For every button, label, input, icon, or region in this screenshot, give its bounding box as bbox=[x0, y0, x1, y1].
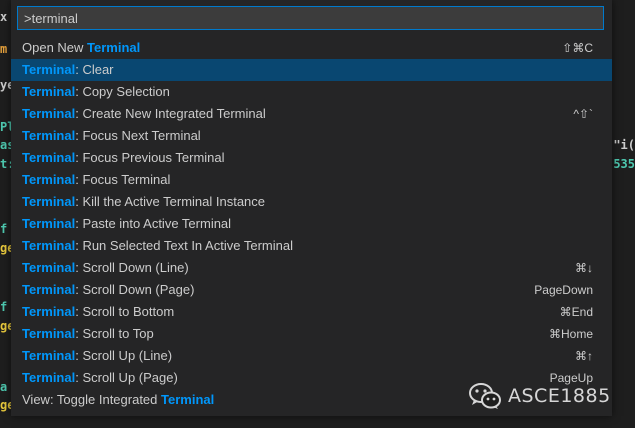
command-item[interactable]: Terminal: Copy Selection bbox=[11, 81, 612, 103]
command-match-highlight: Terminal bbox=[22, 260, 76, 275]
command-item[interactable]: Open New Terminal ⇧⌘C bbox=[11, 37, 612, 59]
wechat-icon bbox=[469, 383, 501, 409]
command-label: Terminal: Scroll to Bottom bbox=[22, 304, 174, 319]
command-keybinding: ⌘Home bbox=[548, 327, 593, 341]
command-keybinding: PageDown bbox=[534, 283, 593, 297]
command-label: Terminal: Scroll Down (Page) bbox=[22, 282, 194, 297]
command-label: Terminal: Create New Integrated Terminal bbox=[22, 106, 266, 121]
command-suffix: : Scroll Up (Line) bbox=[75, 348, 173, 363]
command-match-highlight: Terminal bbox=[22, 326, 76, 341]
palette-input-box[interactable] bbox=[17, 6, 604, 30]
command-item[interactable]: Terminal: Scroll Down (Page) PageDown bbox=[11, 279, 612, 301]
command-label: Terminal: Kill the Active Terminal Insta… bbox=[22, 194, 265, 209]
editor-text-fragment: f bbox=[0, 222, 8, 236]
command-suffix: : Clear bbox=[75, 62, 114, 77]
command-label: Terminal: Focus Terminal bbox=[22, 172, 170, 187]
command-match-highlight: Terminal bbox=[22, 172, 76, 187]
command-label: Terminal: Scroll Down (Line) bbox=[22, 260, 189, 275]
command-match-highlight: Terminal bbox=[22, 304, 76, 319]
command-match-highlight: Terminal bbox=[22, 150, 76, 165]
command-label: Terminal: Focus Previous Terminal bbox=[22, 150, 225, 165]
command-label: Terminal: Scroll Up (Line) bbox=[22, 348, 172, 363]
command-item[interactable]: Terminal: Scroll Up (Line) ⌘↑ bbox=[11, 345, 612, 367]
command-match-highlight: Terminal bbox=[22, 62, 76, 77]
editor-text-fragment: x bbox=[0, 10, 8, 24]
command-item[interactable]: Terminal: Focus Next Terminal bbox=[11, 125, 612, 147]
command-item[interactable]: Terminal: Clear bbox=[11, 59, 612, 81]
command-match-highlight: Terminal bbox=[22, 106, 76, 121]
command-keybinding: ⇧⌘C bbox=[562, 41, 593, 55]
command-keybinding: ^⇧` bbox=[573, 107, 593, 121]
command-match-highlight: Terminal bbox=[161, 392, 215, 407]
editor-text-fragment: 535 bbox=[613, 157, 635, 171]
command-item[interactable]: Terminal: Paste into Active Terminal bbox=[11, 213, 612, 235]
command-label: Terminal: Focus Next Terminal bbox=[22, 128, 201, 143]
command-suffix: : Focus Terminal bbox=[75, 172, 171, 187]
command-palette: Open New Terminal⇧⌘CTerminal: ClearTermi… bbox=[11, 0, 612, 416]
command-suffix: : Kill the Active Terminal Instance bbox=[75, 194, 266, 209]
command-suffix: : Run Selected Text In Active Terminal bbox=[75, 238, 293, 253]
command-item[interactable]: Terminal: Scroll Down (Line) ⌘↓ bbox=[11, 257, 612, 279]
command-prefix: Open New bbox=[22, 40, 88, 55]
command-suffix: : Copy Selection bbox=[75, 84, 170, 99]
command-label: Terminal: Paste into Active Terminal bbox=[22, 216, 231, 231]
command-keybinding: ⌘↓ bbox=[575, 261, 593, 275]
command-label: Terminal: Copy Selection bbox=[22, 84, 170, 99]
command-label: Terminal: Clear bbox=[22, 62, 114, 77]
command-suffix: : Scroll Down (Line) bbox=[75, 260, 189, 275]
command-suffix: : Focus Next Terminal bbox=[75, 128, 201, 143]
command-match-highlight: Terminal bbox=[22, 216, 76, 231]
command-keybinding: ⌘End bbox=[559, 305, 593, 319]
command-keybinding: ⌘↑ bbox=[575, 349, 593, 363]
watermark-text: ASCE1885 bbox=[508, 385, 611, 407]
command-list: Open New Terminal ⇧⌘C Terminal: Clear Termi… bbox=[11, 37, 612, 411]
command-item[interactable]: Terminal: Run Selected Text In Active Te… bbox=[11, 235, 612, 257]
editor-text-fragment: m bbox=[0, 42, 8, 56]
command-item[interactable]: Terminal: Scroll to Top ⌘Home bbox=[11, 323, 612, 345]
command-item[interactable]: Terminal: Focus Previous Terminal bbox=[11, 147, 612, 169]
command-suffix: : Scroll Down (Page) bbox=[75, 282, 195, 297]
command-item[interactable]: Terminal: Focus Terminal bbox=[11, 169, 612, 191]
command-suffix: : Focus Previous Terminal bbox=[75, 150, 225, 165]
editor-text-fragment: f bbox=[0, 300, 8, 314]
command-suffix: : Paste into Active Terminal bbox=[75, 216, 232, 231]
command-match-highlight: Terminal bbox=[22, 282, 76, 297]
command-suffix: : Scroll to Bottom bbox=[75, 304, 175, 319]
command-label: Terminal: Run Selected Text In Active Te… bbox=[22, 238, 293, 253]
command-item[interactable]: Terminal: Create New Integrated Terminal… bbox=[11, 103, 612, 125]
screen: xmyePlast:@fgefgeage ,"i(535 Open New Te… bbox=[0, 0, 635, 428]
command-label: View: Toggle Integrated Terminal bbox=[22, 392, 214, 407]
command-suffix: : Scroll to Top bbox=[75, 326, 154, 341]
command-match-highlight: Terminal bbox=[22, 238, 76, 253]
command-suffix: : Create New Integrated Terminal bbox=[75, 106, 266, 121]
command-match-highlight: Terminal bbox=[22, 348, 76, 363]
command-match-highlight: Terminal bbox=[22, 84, 76, 99]
command-label: Terminal: Scroll to Top bbox=[22, 326, 154, 341]
command-item[interactable]: Terminal: Kill the Active Terminal Insta… bbox=[11, 191, 612, 213]
command-match-highlight: Terminal bbox=[22, 194, 76, 209]
command-match-highlight: Terminal bbox=[22, 128, 76, 143]
command-match-highlight: Terminal bbox=[87, 40, 141, 55]
command-match-highlight: Terminal bbox=[22, 370, 76, 385]
editor-text-fragment: a bbox=[0, 380, 8, 394]
command-label: Terminal: Scroll Up (Page) bbox=[22, 370, 178, 385]
command-prefix: View: Toggle Integrated bbox=[22, 392, 162, 407]
palette-input[interactable] bbox=[18, 7, 603, 29]
command-suffix: : Scroll Up (Page) bbox=[75, 370, 178, 385]
command-item[interactable]: Terminal: Scroll to Bottom ⌘End bbox=[11, 301, 612, 323]
watermark: ASCE1885 bbox=[468, 380, 611, 412]
command-label: Open New Terminal bbox=[22, 40, 140, 55]
